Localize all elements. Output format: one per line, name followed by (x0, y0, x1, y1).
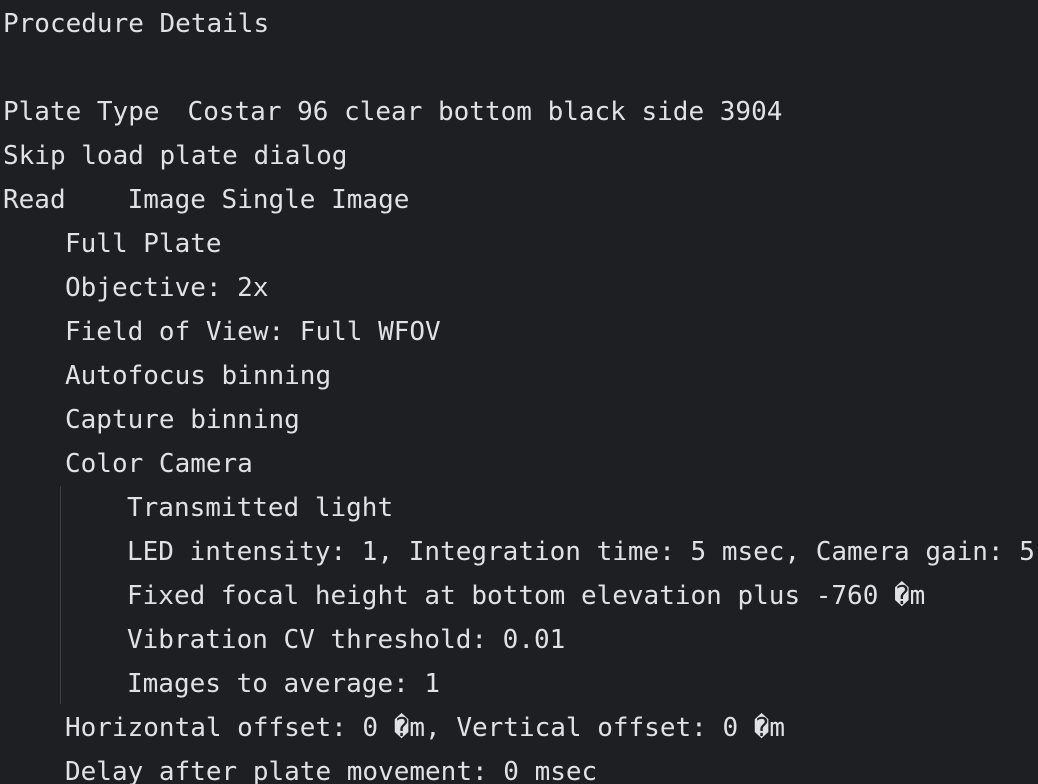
autofocus-binning-line: Autofocus binning (65, 361, 332, 391)
read-label: Read (3, 185, 66, 215)
skip-dialog-line: Skip load plate dialog (3, 141, 348, 171)
color-camera-line: Color Camera (65, 449, 253, 479)
plate-type-value: Costar 96 clear bottom black side 3904 (187, 97, 783, 127)
vibration-threshold-line: Vibration CV threshold: 0.01 (127, 625, 566, 655)
objective-line: Objective: 2x (65, 273, 269, 303)
channel-settings-line: LED intensity: 1, Integration time: 5 ms… (127, 537, 1035, 567)
procedure-title: Procedure Details (3, 9, 270, 39)
read-value: Image Single Image (127, 185, 410, 215)
channel-name-line: Transmitted light (127, 493, 394, 523)
offsets-line: Horizontal offset: 0 �m, Vertical offset… (65, 713, 786, 743)
read-line: Read Image Single Image (0, 178, 409, 222)
full-plate-line: Full Plate (65, 229, 222, 259)
plate-type-line: Plate Type Costar 96 clear bottom black s… (0, 90, 782, 134)
focal-height-line: Fixed focal height at bottom elevation p… (127, 581, 926, 611)
capture-binning-line: Capture binning (65, 405, 300, 435)
images-to-average-line: Images to average: 1 (127, 669, 441, 699)
text-editor[interactable]: Procedure Details Plate Type Costar 96 cl… (0, 0, 1038, 784)
field-of-view-line: Field of View: Full WFOV (65, 317, 441, 347)
plate-type-label: Plate Type (3, 97, 160, 127)
delay-line: Delay after plate movement: 0 msec (65, 757, 598, 784)
